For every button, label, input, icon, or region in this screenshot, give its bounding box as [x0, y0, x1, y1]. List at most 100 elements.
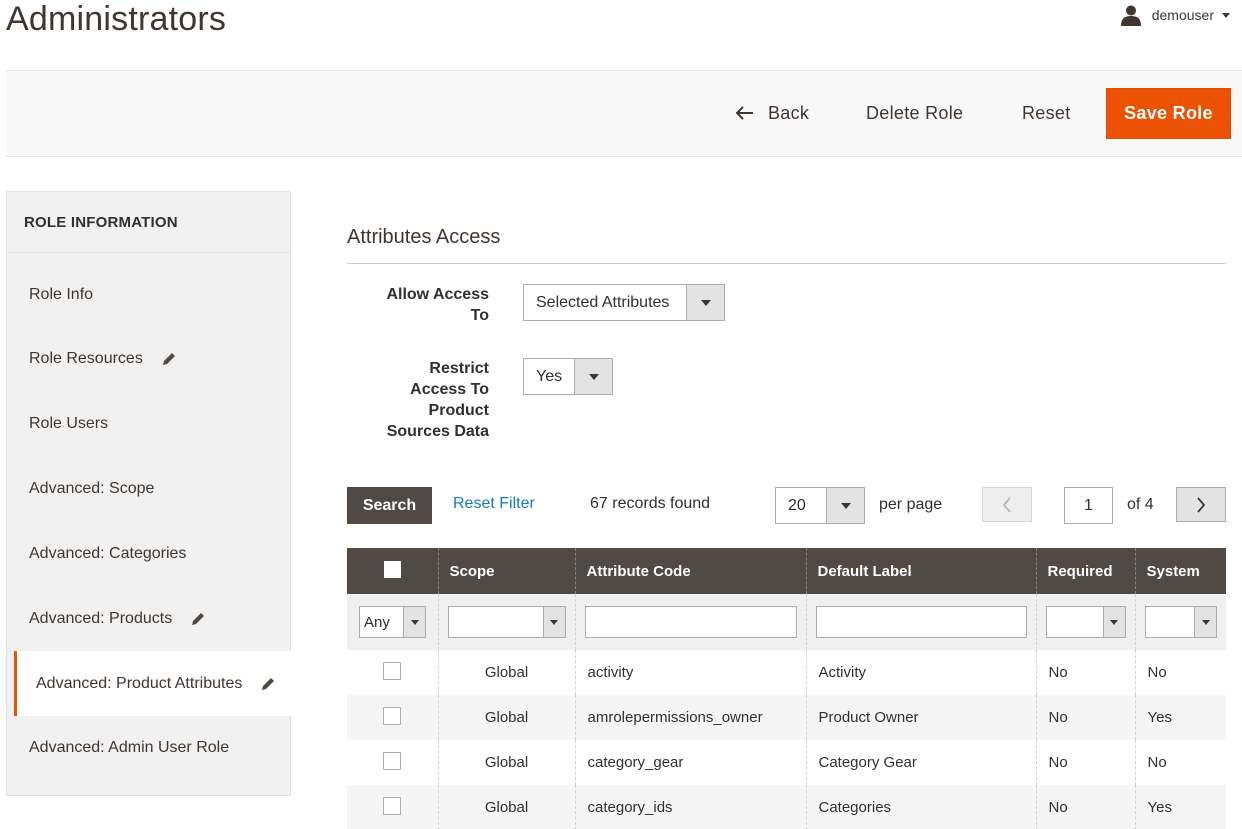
delete-role-button[interactable]: Delete Role: [866, 88, 963, 138]
sidebar-item-label: Advanced: Scope: [29, 480, 155, 497]
cell-attribute-code: category_ids: [574, 785, 806, 829]
system-filter-select[interactable]: [1144, 606, 1217, 638]
row-checkbox[interactable]: [383, 796, 402, 815]
cell-system: No: [1134, 740, 1226, 785]
pencil-icon: [192, 612, 205, 625]
attribute-code-filter-input[interactable]: [584, 606, 797, 638]
cell-scope: Global: [437, 650, 575, 695]
column-header-required[interactable]: Required: [1035, 548, 1135, 594]
cell-scope: Global: [437, 695, 575, 740]
column-header-system[interactable]: System: [1134, 548, 1226, 594]
cell-default-label: Activity: [805, 650, 1036, 695]
arrow-left-icon: [736, 106, 753, 120]
sidebar-item-advanced-product-attributes[interactable]: Advanced: Product Attributes: [14, 651, 291, 716]
sidebar-item-label: Role Resources: [29, 350, 143, 367]
sidebar-item-advanced-categories[interactable]: Advanced: Categories: [7, 522, 290, 586]
cell-required: No: [1035, 740, 1135, 785]
column-header-default-label[interactable]: Default Label: [805, 548, 1036, 594]
cell-required: No: [1035, 785, 1135, 829]
sidebar-item-role-info[interactable]: Role Info: [7, 263, 290, 327]
chevron-down-icon: [403, 607, 425, 637]
cell-attribute-code: activity: [574, 650, 806, 695]
grid-header-row: Scope Attribute Code Default Label Requi…: [347, 548, 1226, 594]
chevron-left-icon: [1002, 496, 1011, 513]
chevron-right-icon: [1197, 496, 1206, 513]
cell-system: No: [1134, 650, 1226, 695]
pencil-icon: [162, 353, 175, 365]
cell-default-label: Category Gear: [805, 740, 1036, 785]
sidebar-item-label: Advanced: Product Attributes: [36, 674, 243, 692]
column-header-scope[interactable]: Scope: [437, 548, 575, 594]
sidebar-item-role-resources[interactable]: Role Resources: [7, 327, 290, 391]
save-role-button[interactable]: Save Role: [1106, 88, 1231, 139]
per-page-value: 20: [788, 496, 806, 514]
back-label: Back: [768, 102, 810, 123]
sidebar-item-label: Role Users: [29, 415, 109, 432]
row-checkbox[interactable]: [383, 706, 402, 725]
cell-default-label: Product Owner: [805, 695, 1036, 740]
previous-page-button[interactable]: [982, 487, 1032, 522]
sidebar-item-advanced-products[interactable]: Advanced: Products: [7, 586, 290, 651]
chevron-down-icon: [826, 488, 864, 523]
cell-system: Yes: [1134, 695, 1226, 740]
per-page-select[interactable]: 20: [775, 487, 865, 524]
chevron-down-icon: [686, 285, 724, 320]
table-row[interactable]: Global category_gear Category Gear No No: [347, 740, 1226, 785]
sidebar-item-label: Advanced: Admin User Role: [29, 739, 230, 756]
default-label-filter-input[interactable]: [815, 606, 1027, 638]
attributes-grid: Scope Attribute Code Default Label Requi…: [347, 548, 1226, 829]
select-all-checkbox[interactable]: [383, 560, 401, 578]
page-actions-bar: Back Delete Role Reset Save Role: [6, 70, 1242, 157]
select-all-header[interactable]: [347, 548, 438, 594]
section-title: Attributes Access: [347, 226, 501, 248]
sidebar-item-advanced-admin-user-role[interactable]: Advanced: Admin User Role: [7, 716, 290, 780]
sidebar-item-role-users[interactable]: Role Users: [7, 392, 290, 456]
user-menu[interactable]: demouser: [1120, 4, 1230, 26]
required-filter-select[interactable]: [1045, 606, 1126, 638]
restrict-label-line: Sources Data: [386, 423, 489, 440]
next-page-button[interactable]: [1176, 487, 1226, 522]
row-checkbox[interactable]: [383, 751, 402, 770]
user-icon: [1120, 5, 1141, 26]
reset-button[interactable]: Reset: [1022, 88, 1071, 138]
restrict-label-line: Restrict: [429, 360, 489, 377]
pencil-icon: [262, 677, 275, 690]
scope-filter-select[interactable]: [447, 606, 566, 638]
sidebar-heading: ROLE INFORMATION: [7, 192, 290, 253]
records-count: 67 records found: [590, 495, 711, 512]
chevron-down-icon: [1102, 607, 1125, 637]
sidebar-item-label: Role Info: [29, 286, 94, 303]
back-button[interactable]: Back: [736, 88, 809, 138]
cell-required: No: [1035, 650, 1135, 695]
chevron-down-icon: [542, 607, 565, 637]
table-row[interactable]: Global activity Activity No No: [347, 650, 1226, 695]
filter-row: Any: [347, 594, 1226, 650]
table-row[interactable]: Global category_ids Categories No Yes: [347, 785, 1226, 829]
allow-access-label-line: Allow Access: [386, 286, 489, 303]
cell-scope: Global: [437, 740, 575, 785]
page-number-input[interactable]: 1: [1064, 487, 1113, 524]
allow-access-value: Selected Attributes: [536, 293, 670, 311]
per-page-label: per page: [879, 496, 943, 513]
reset-filter-link[interactable]: Reset Filter: [453, 495, 535, 513]
search-button[interactable]: Search: [347, 487, 432, 524]
page-title: Administrators: [6, 0, 227, 38]
cell-required: No: [1035, 695, 1135, 740]
restrict-access-label: Restrict Access To Product Sources Data: [360, 358, 489, 442]
table-row[interactable]: Global amrolepermissions_owner Product O…: [347, 695, 1226, 740]
sidebar-item-advanced-scope[interactable]: Advanced: Scope: [7, 457, 290, 521]
section-divider: [347, 263, 1226, 264]
selection-filter-select[interactable]: Any: [359, 606, 426, 638]
allow-access-select[interactable]: Selected Attributes: [523, 284, 725, 321]
chevron-down-icon: [1222, 12, 1230, 18]
total-pages: of 4: [1127, 496, 1154, 513]
cell-attribute-code: amrolepermissions_owner: [574, 695, 806, 740]
row-checkbox[interactable]: [383, 661, 402, 680]
allow-access-label-line: To: [470, 307, 489, 324]
chevron-down-icon: [574, 359, 612, 394]
restrict-access-select[interactable]: Yes: [523, 358, 613, 395]
restrict-label-line: Access To: [410, 381, 489, 398]
username: demouser: [1151, 7, 1214, 23]
restrict-access-value: Yes: [536, 367, 563, 385]
column-header-attribute-code[interactable]: Attribute Code: [574, 548, 806, 594]
